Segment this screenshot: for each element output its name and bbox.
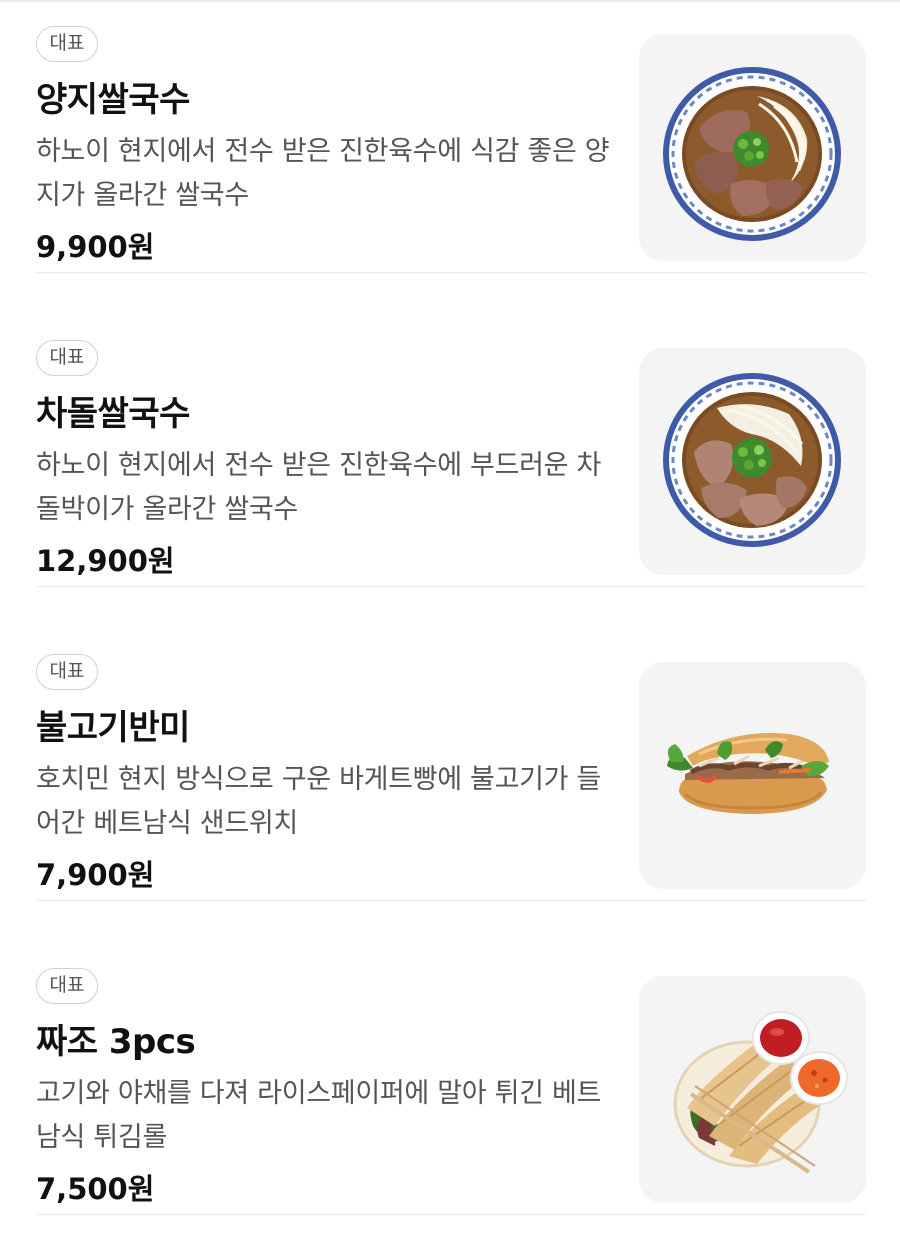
- menu-item-name: 차돌쌀국수: [36, 394, 190, 434]
- menu-item-description: 하노이 현지에서 전수 받은 진한육수에 부드러운 차돌박이가 올라간 쌀국수: [36, 450, 602, 525]
- menu-item-description: 고기와 야채를 다져 라이스페이퍼에 말아 튀긴 베트남식 튀김롤: [36, 1078, 602, 1153]
- cha-gio-image[interactable]: [639, 976, 866, 1203]
- bulgogi-banhmi-image[interactable]: [639, 662, 866, 889]
- menu-item-price: 7,500원: [36, 1172, 155, 1206]
- pho-chadol-image[interactable]: [639, 348, 866, 575]
- menu-item-price: 12,900원: [36, 544, 175, 578]
- signature-badge: 대표: [36, 340, 98, 376]
- menu-item-name: 불고기반미: [36, 708, 190, 748]
- signature-badge: 대표: [36, 654, 98, 690]
- menu-item-price: 9,900원: [36, 230, 155, 264]
- menu-item-description: 하노이 현지에서 전수 받은 진한육수에 식감 좋은 양지가 올라간 쌀국수: [36, 136, 610, 211]
- signature-badge: 대표: [36, 968, 98, 1004]
- item-divider: [36, 586, 866, 587]
- menu-item-yangji-pho[interactable]: 대표 양지쌀국수 하노이 현지에서 전수 받은 진한육수에 식감 좋은 양지가 …: [36, 2, 866, 273]
- item-divider: [36, 1214, 866, 1215]
- item-divider: [36, 900, 866, 901]
- menu-item-name: 양지쌀국수: [36, 80, 190, 120]
- menu-item-chadol-pho[interactable]: 대표 차돌쌀국수 하노이 현지에서 전수 받은 진한육수에 부드러운 차돌박이가…: [36, 316, 866, 587]
- menu-item-name: 짜조 3pcs: [36, 1022, 196, 1062]
- pho-brisket-image[interactable]: [639, 34, 866, 261]
- signature-badge: 대표: [36, 26, 98, 62]
- menu-item-price: 7,900원: [36, 858, 155, 892]
- menu-item-cha-gio[interactable]: 대표 짜조 3pcs 고기와 야채를 다져 라이스페이퍼에 말아 튀긴 베트남식…: [36, 944, 866, 1215]
- menu-item-bulgogi-banhmi[interactable]: 대표 불고기반미 호치민 현지 방식으로 구운 바게트빵에 불고기가 들어간 베…: [36, 630, 866, 901]
- item-divider: [36, 272, 866, 273]
- menu-item-description: 호치민 현지 방식으로 구운 바게트빵에 불고기가 들어간 베트남식 샌드위치: [36, 764, 602, 839]
